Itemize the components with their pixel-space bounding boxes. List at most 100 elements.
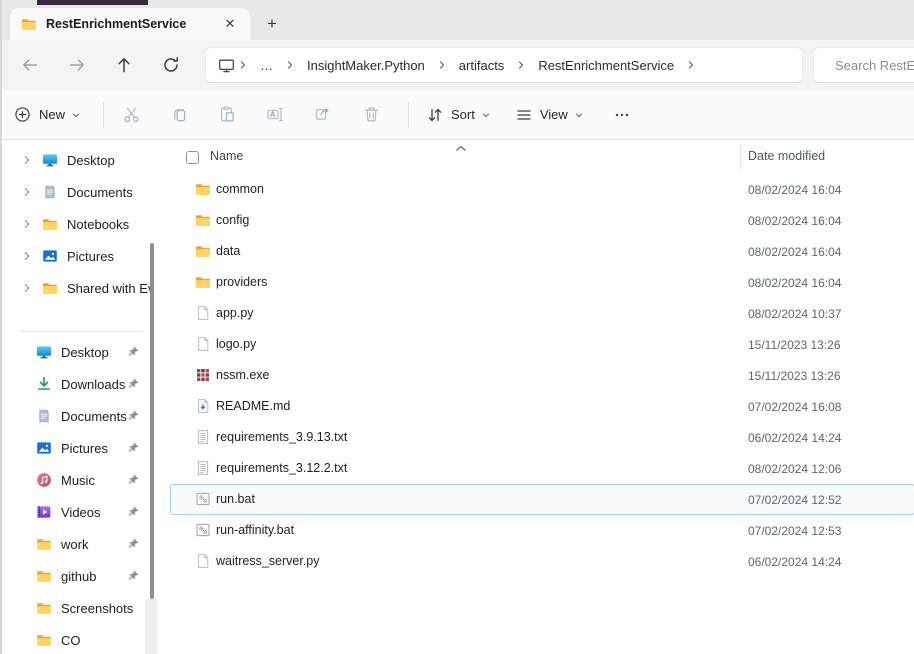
file-row-requirements-3-9-13-txt[interactable]: requirements_3.9.13.txt06/02/2024 14:24 xyxy=(160,422,914,453)
paste-button[interactable] xyxy=(215,103,239,127)
tab-close-icon[interactable]: ✕ xyxy=(220,14,240,34)
column-header-date-modified[interactable]: Date modified xyxy=(748,149,825,163)
sidebar-item-documents[interactable]: Documents xyxy=(0,176,160,208)
chevron-right-icon[interactable] xyxy=(685,59,697,71)
new-tab-button[interactable]: + xyxy=(260,12,284,36)
file-row-readme-md[interactable]: README.md07/02/2024 16:08 xyxy=(160,391,914,422)
sidebar-scrollbar[interactable] xyxy=(150,243,154,599)
file-file-icon xyxy=(195,305,211,321)
pin-icon xyxy=(126,505,140,519)
file-row-requirements-3-12-2-txt[interactable]: requirements_3.12.2.txt08/02/2024 12:06 xyxy=(160,453,914,484)
view-button[interactable]: View xyxy=(515,106,584,124)
file-date-modified: 08/02/2024 16:04 xyxy=(748,183,841,197)
file-row-data[interactable]: data08/02/2024 16:04 xyxy=(160,236,914,267)
address-bar[interactable]: … InsightMaker.Python artifacts RestEnrichm… xyxy=(205,47,803,83)
share-button[interactable] xyxy=(311,103,335,127)
music-icon xyxy=(36,472,52,488)
column-divider[interactable] xyxy=(740,144,741,169)
this-pc-icon[interactable] xyxy=(218,57,235,74)
pin-icon xyxy=(126,473,140,487)
document-icon xyxy=(42,184,58,200)
pin-icon xyxy=(126,537,140,551)
folder-icon xyxy=(42,216,58,232)
up-button[interactable] xyxy=(114,55,134,75)
delete-button[interactable] xyxy=(359,103,383,127)
chevron-right-icon[interactable] xyxy=(237,59,249,71)
chevron-right-icon[interactable] xyxy=(20,249,34,263)
search-box[interactable] xyxy=(813,47,914,83)
file-name: logo.py xyxy=(216,337,256,351)
sort-button[interactable]: Sort xyxy=(426,106,491,124)
pin-icon xyxy=(126,409,140,423)
chevron-right-icon[interactable] xyxy=(284,59,296,71)
sidebar-item-documents[interactable]: Documents xyxy=(0,400,160,432)
explorer-tab[interactable]: RestEnrichmentService ✕ xyxy=(10,8,250,40)
pin-icon xyxy=(126,377,140,391)
sidebar-item-pictures[interactable]: Pictures xyxy=(0,240,160,272)
file-row-waitress-server-py[interactable]: waitress_server.py06/02/2024 14:24 xyxy=(160,546,914,577)
copy-button[interactable] xyxy=(167,103,191,127)
file-row-common[interactable]: common08/02/2024 16:04 xyxy=(160,174,914,205)
picture-icon xyxy=(36,440,52,456)
file-row-run-affinity-bat[interactable]: run-affinity.bat07/02/2024 12:53 xyxy=(160,515,914,546)
sidebar-item-shared-with-ev[interactable]: Shared with Ev xyxy=(0,272,160,304)
chevron-right-icon[interactable] xyxy=(436,59,448,71)
file-row-logo-py[interactable]: logo.py15/11/2023 13:26 xyxy=(160,329,914,360)
breadcrumb-ellipsis[interactable]: … xyxy=(251,58,282,73)
file-row-providers[interactable]: providers08/02/2024 16:04 xyxy=(160,267,914,298)
command-toolbar: New Sort View xyxy=(0,90,914,140)
toolbar-divider xyxy=(103,102,104,128)
sidebar-item-music[interactable]: Music xyxy=(0,464,160,496)
new-button[interactable]: New xyxy=(14,106,81,123)
file-name: config xyxy=(216,213,249,227)
sidebar-item-downloads[interactable]: Downloads xyxy=(0,368,160,400)
sidebar-item-label: Screenshots xyxy=(61,601,133,616)
exe-file-icon xyxy=(195,367,211,383)
forward-button[interactable] xyxy=(67,55,87,75)
chevron-right-icon[interactable] xyxy=(20,153,34,167)
sidebar-item-videos[interactable]: Videos xyxy=(0,496,160,528)
sidebar-item-pictures[interactable]: Pictures xyxy=(0,432,160,464)
sidebar-item-work[interactable]: work xyxy=(0,528,160,560)
select-all-checkbox[interactable] xyxy=(186,151,199,164)
file-date-modified: 07/02/2024 12:53 xyxy=(748,524,841,538)
refresh-button[interactable] xyxy=(161,55,181,75)
folder-file-icon xyxy=(195,274,211,290)
chevron-right-icon[interactable] xyxy=(20,185,34,199)
file-date-modified: 08/02/2024 16:04 xyxy=(748,276,841,290)
sidebar-item-screenshots[interactable]: Screenshots xyxy=(0,592,160,624)
more-options-button[interactable] xyxy=(610,103,634,127)
sort-arrows-icon xyxy=(426,106,444,124)
sidebar-item-label: Notebooks xyxy=(67,217,129,232)
file-date-modified: 15/11/2023 13:26 xyxy=(748,369,841,383)
breadcrumb-item-restenrichmentservice[interactable]: RestEnrichmentService xyxy=(529,58,683,73)
file-name: app.py xyxy=(216,306,254,320)
chevron-down-icon xyxy=(71,110,81,120)
chevron-right-icon[interactable] xyxy=(20,217,34,231)
sidebar-item-label: Music xyxy=(61,473,95,488)
file-name: requirements_3.12.2.txt xyxy=(216,461,347,475)
sidebar-item-github[interactable]: github xyxy=(0,560,160,592)
cut-button[interactable] xyxy=(119,103,143,127)
breadcrumb-item-artifacts[interactable]: artifacts xyxy=(450,58,514,73)
sidebar-item-desktop[interactable]: Desktop xyxy=(0,336,160,368)
sidebar-item-notebooks[interactable]: Notebooks xyxy=(0,208,160,240)
sidebar-item-desktop[interactable]: Desktop xyxy=(0,144,160,176)
sidebar-item-co[interactable]: CO xyxy=(0,624,160,654)
bat-file-icon xyxy=(195,491,211,507)
chevron-right-icon[interactable] xyxy=(20,281,34,295)
file-row-config[interactable]: config08/02/2024 16:04 xyxy=(160,205,914,236)
file-row-app-py[interactable]: app.py 08/02/2024 10:37 xyxy=(160,298,914,329)
sidebar-item-label: Documents xyxy=(61,409,127,424)
chevron-right-icon[interactable] xyxy=(515,59,527,71)
column-header-name[interactable]: Name xyxy=(210,149,243,163)
file-date-modified: 08/02/2024 10:37 xyxy=(748,307,841,321)
rename-button[interactable] xyxy=(263,103,287,127)
breadcrumb-item-insightmaker-python[interactable]: InsightMaker.Python xyxy=(298,58,434,73)
file-date-modified: 07/02/2024 16:08 xyxy=(748,400,841,414)
file-row-nssm-exe[interactable]: nssm.exe15/11/2023 13:26 xyxy=(160,360,914,391)
back-button[interactable] xyxy=(20,55,40,75)
search-input[interactable] xyxy=(833,57,914,74)
list-header: Name Date modified xyxy=(160,140,914,174)
file-row-run-bat[interactable]: run.bat07/02/2024 12:52 xyxy=(160,484,914,515)
